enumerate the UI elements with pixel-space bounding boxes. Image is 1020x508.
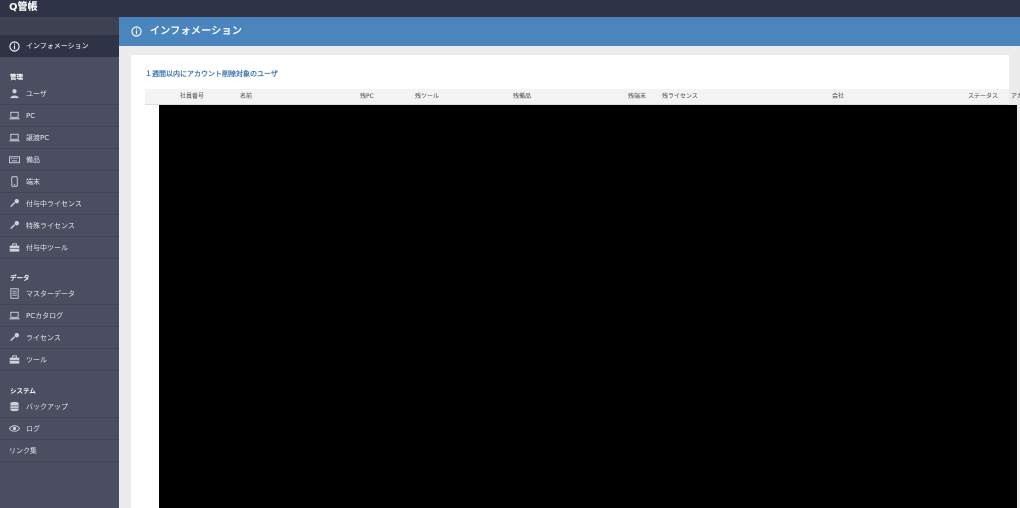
sidebar-top-strip <box>0 17 119 35</box>
sidebar-item-label: 特殊ライセンス <box>26 221 75 230</box>
sidebar-item-equipment[interactable]: 備品 <box>0 149 119 171</box>
column-header-company[interactable]: 会社 <box>832 93 844 101</box>
sidebar-item-granted-licenses[interactable]: 付与中ライセンス <box>0 193 119 215</box>
sidebar-item-label: ライセンス <box>26 333 61 342</box>
sidebar-item-label: 備品 <box>26 155 40 164</box>
sidebar-section-title: データ <box>10 274 30 282</box>
sidebar-item-label: マスターデータ <box>26 289 75 298</box>
sidebar-item-granted-tools[interactable]: 付与中ツール <box>0 237 119 259</box>
app-title: Q管帳 <box>9 2 38 13</box>
sidebar-item-links[interactable]: リンク集 <box>0 440 119 462</box>
column-header-account[interactable]: アカ <box>1011 93 1020 101</box>
user-icon <box>9 88 20 99</box>
panel-title: １週間以内にアカウント削除対象のユーザ <box>145 70 278 78</box>
sidebar-item-label: PCカタログ <box>26 311 64 320</box>
sidebar-item-master-data[interactable]: マスターデータ <box>0 283 119 305</box>
laptop-icon <box>9 310 20 321</box>
sidebar-item-log[interactable]: ログ <box>0 418 119 440</box>
sidebar-item-users[interactable]: ユーザ <box>0 83 119 105</box>
info-icon <box>9 40 20 52</box>
sidebar-item-information[interactable]: インフォメーション <box>0 35 119 57</box>
top-bar: Q管帳 <box>0 0 1020 17</box>
phone-icon <box>9 176 20 187</box>
toolbox-icon <box>9 242 20 253</box>
column-header-remaining-licenses[interactable]: 残ライセンス <box>662 93 698 101</box>
info-icon <box>131 26 142 37</box>
sidebar-item-licenses[interactable]: ライセンス <box>0 327 119 349</box>
keyboard-icon <box>9 154 20 165</box>
sidebar-item-label: リンク集 <box>9 446 37 455</box>
sidebar-item-tools[interactable]: ツール <box>0 349 119 371</box>
sidebar-section-title: システム <box>10 387 36 395</box>
key-icon <box>9 332 20 343</box>
column-header-remaining-tools[interactable]: 残ツール <box>415 93 439 101</box>
sidebar-item-label: 付与中ライセンス <box>26 199 82 208</box>
page-title: インフォメーション <box>150 25 243 37</box>
sidebar-item-pc[interactable]: PC <box>0 105 119 127</box>
eye-icon <box>9 423 20 434</box>
sidebar-item-label: 端末 <box>26 177 40 186</box>
table-body-redacted <box>159 105 1017 508</box>
sidebar-item-label: ログ <box>26 424 40 433</box>
database-icon <box>9 401 20 412</box>
sidebar-item-label: 付与中ツール <box>26 243 68 252</box>
sidebar-item-label: ツール <box>26 355 47 364</box>
key-icon <box>9 220 20 231</box>
sidebar-item-devices[interactable]: 端末 <box>0 171 119 193</box>
page-header: インフォメーション <box>119 17 1020 46</box>
sidebar-item-label: PC <box>26 111 36 120</box>
sidebar-item-label: バックアップ <box>26 402 68 411</box>
laptop-icon <box>9 132 20 143</box>
table-header: 社員番号 名前 残PC 残ツール 残備品 残端末 残ライセンス 会社 ステータス… <box>145 89 1020 105</box>
key-icon <box>9 198 20 209</box>
document-icon <box>9 288 20 299</box>
column-header-remaining-devices[interactable]: 残端末 <box>628 93 646 101</box>
toolbox-icon <box>9 354 20 365</box>
sidebar-item-label: ユーザ <box>26 89 47 98</box>
column-header-employee-number[interactable]: 社員番号 <box>180 93 204 101</box>
sidebar-section-title: 管理 <box>10 73 23 81</box>
sidebar-item-pc-catalog[interactable]: PCカタログ <box>0 305 119 327</box>
sidebar-item-backup[interactable]: バックアップ <box>0 396 119 418</box>
sidebar-item-label: 譲渡PC <box>26 133 50 142</box>
sidebar: インフォメーション 管理 ユーザ PC 譲渡PC 備品 端末 付与中ライセンス … <box>0 17 119 508</box>
column-header-remaining-pc[interactable]: 残PC <box>360 93 374 101</box>
column-header-status[interactable]: ステータス <box>968 93 998 101</box>
sidebar-item-special-licenses[interactable]: 特殊ライセンス <box>0 215 119 237</box>
laptop-icon <box>9 110 20 121</box>
column-header-remaining-equipment[interactable]: 残備品 <box>513 93 531 101</box>
sidebar-item-label: インフォメーション <box>26 42 89 50</box>
column-header-name[interactable]: 名前 <box>240 93 252 101</box>
sidebar-item-transfer-pc[interactable]: 譲渡PC <box>0 127 119 149</box>
